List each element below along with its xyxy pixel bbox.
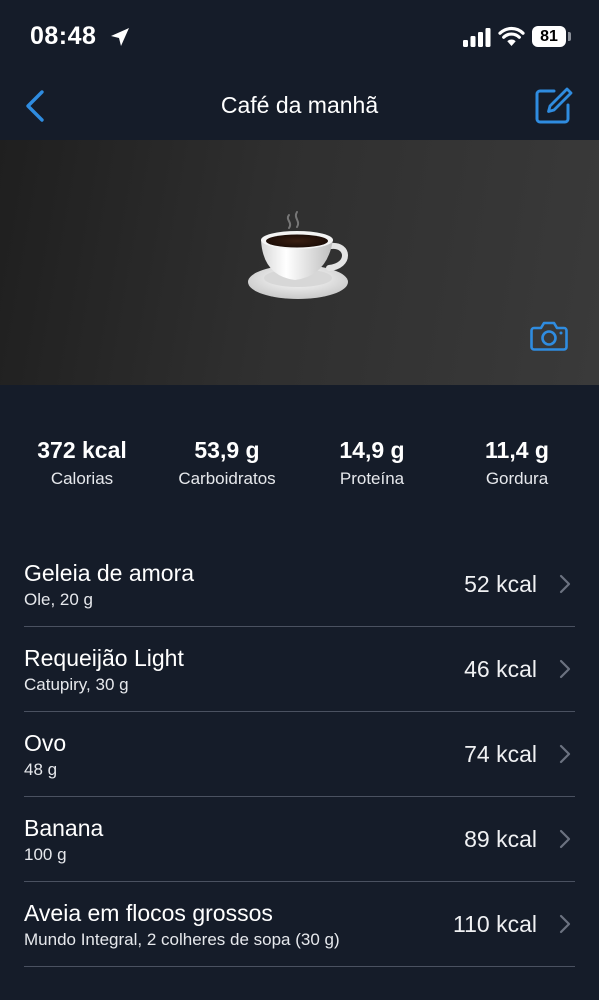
- food-name: Ovo: [24, 730, 67, 756]
- food-item-aveia-em-flocos-grossos[interactable]: Aveia em flocos grossos Mundo Integral, …: [24, 882, 575, 967]
- chevron-right-icon: [559, 829, 571, 849]
- food-item-geleia-de-amora[interactable]: Geleia de amora Ole, 20 g 52 kcal: [24, 542, 575, 627]
- food-kcal: 110 kcal: [453, 911, 537, 937]
- chevron-right-icon: [559, 744, 571, 764]
- edit-icon[interactable]: [534, 86, 574, 126]
- wifi-icon: [498, 26, 525, 46]
- battery-tip: [568, 32, 571, 41]
- location-arrow-icon: [111, 28, 129, 46]
- food-item-ovo[interactable]: Ovo 48 g 74 kcal: [24, 712, 575, 797]
- status-time: 08:48: [30, 22, 97, 50]
- stat-value: 11,4 g: [485, 437, 549, 463]
- nav-bar: Café da manhã: [0, 70, 599, 140]
- food-kcal: 89 kcal: [464, 826, 537, 852]
- stat-carbohydrates: 53,9 g Carboidratos: [152, 437, 302, 489]
- food-item-requeijao-light[interactable]: Requeijão Light Catupiry, 30 g 46 kcal: [24, 627, 575, 712]
- meal-photo: [0, 140, 599, 385]
- meal-detail-screen: 08:48 81 Café da manhã 372 kcal Calorias…: [0, 0, 599, 1000]
- food-detail: 48 g: [24, 760, 58, 779]
- stat-value: 53,9 g: [194, 437, 260, 463]
- chevron-right-icon: [559, 914, 571, 934]
- food-name: Banana: [24, 815, 104, 841]
- page-title: Café da manhã: [220, 92, 379, 118]
- status-bar: 08:48 81: [0, 0, 599, 70]
- stat-value: 372 kcal: [37, 437, 127, 463]
- stat-label: Gordura: [485, 469, 549, 488]
- stat-label: Calorias: [50, 469, 114, 488]
- nutrition-summary: 372 kcal Calorias 53,9 g Carboidratos 14…: [0, 437, 599, 497]
- food-detail: Mundo Integral, 2 colheres de sopa (30 g…: [24, 930, 340, 949]
- food-detail: Ole, 20 g: [24, 590, 93, 609]
- food-kcal: 52 kcal: [464, 571, 537, 597]
- cellular-signal-icon: [463, 28, 491, 47]
- hot-beverage-emoji: [248, 211, 348, 299]
- stat-label: Carboidratos: [178, 469, 276, 488]
- stat-label: Proteína: [339, 469, 405, 488]
- stat-value: 14,9 g: [339, 437, 405, 463]
- chevron-right-icon: [559, 574, 571, 594]
- stat-protein: 14,9 g Proteína: [297, 437, 447, 489]
- chevron-right-icon: [559, 659, 571, 679]
- food-kcal: 74 kcal: [464, 741, 537, 767]
- food-name: Geleia de amora: [24, 560, 195, 586]
- battery-indicator: 81: [532, 26, 566, 47]
- stat-calories: 372 kcal Calorias: [7, 437, 157, 489]
- camera-icon[interactable]: [530, 320, 568, 352]
- food-detail: 100 g: [24, 845, 67, 864]
- food-name: Requeijão Light: [24, 645, 184, 671]
- stat-fat: 11,4 g Gordura: [442, 437, 592, 489]
- food-list: Geleia de amora Ole, 20 g 52 kcal Requei…: [24, 542, 575, 967]
- food-item-banana[interactable]: Banana 100 g 89 kcal: [24, 797, 575, 882]
- food-detail: Catupiry, 30 g: [24, 675, 129, 694]
- food-kcal: 46 kcal: [464, 656, 537, 682]
- food-name: Aveia em flocos grossos: [24, 900, 273, 926]
